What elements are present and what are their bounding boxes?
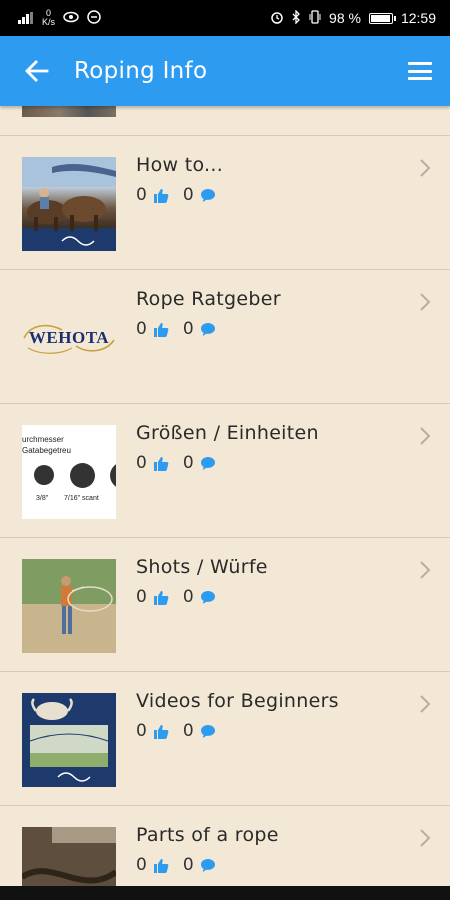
- comment-icon: [200, 456, 215, 470]
- thumbs-up-icon: [153, 858, 169, 873]
- clock: 12:59: [400, 10, 436, 26]
- eye-icon: [63, 10, 79, 26]
- arrow-left-icon: [25, 60, 49, 82]
- item-stats: 0 0: [136, 587, 230, 607]
- list-item[interactable]: WEHOTA Rope Ratgeber 0 0: [0, 269, 450, 404]
- signal-icon: [18, 12, 34, 24]
- chevron-right-icon: [420, 293, 431, 311]
- like-count: 0: [136, 453, 147, 473]
- item-title: Shots / Würfe: [136, 556, 268, 578]
- item-title: Videos for Beginners: [136, 690, 339, 712]
- page-title: Roping Info: [74, 58, 208, 84]
- thumbnail-rope-ratgeber: WEHOTA: [22, 291, 116, 385]
- like-count: 0: [136, 855, 147, 875]
- comment-icon: [200, 322, 215, 336]
- thumbs-up-icon: [153, 724, 169, 739]
- like-count: 0: [136, 721, 147, 741]
- like-count: 0: [136, 319, 147, 339]
- app-screen: 0 K/s 98 % 12:59 Roping Info How to... 0…: [0, 0, 450, 900]
- like-count: 0: [136, 185, 147, 205]
- battery-icon: [368, 12, 396, 24]
- comment-count: 0: [182, 721, 194, 741]
- item-stats: 0 0: [136, 721, 230, 741]
- item-stats: 0 0: [136, 453, 230, 473]
- chevron-right-icon: [420, 561, 431, 579]
- thumbnail-sizes: urchmesser Gatabegetreu 3/8" 7/16" scant: [22, 425, 116, 519]
- comment-icon: [200, 590, 215, 604]
- item-title: Parts of a rope: [136, 824, 279, 846]
- alarm-icon: [270, 10, 284, 27]
- comment-count: 0: [182, 453, 194, 473]
- item-title: Größen / Einheiten: [136, 422, 319, 444]
- comment-count: 0: [182, 855, 194, 875]
- chevron-right-icon: [420, 427, 431, 445]
- list-item[interactable]: How to... 0 0: [0, 135, 450, 270]
- item-stats: 0 0: [136, 855, 230, 875]
- list-item[interactable]: Videos for Beginners 0 0: [0, 671, 450, 806]
- topic-list: How to... 0 0 WEHOTA Rope Ratgeber 0 0 u…: [0, 106, 450, 886]
- thumbnail-how-to: [22, 157, 116, 251]
- system-nav-bar: [0, 886, 450, 900]
- status-bar: 0 K/s 98 % 12:59: [0, 0, 450, 36]
- thumbnail-parts-of-rope: [22, 827, 116, 886]
- list-item-partial[interactable]: [0, 106, 450, 136]
- item-title: Rope Ratgeber: [136, 288, 281, 310]
- thumbs-up-icon: [153, 456, 169, 471]
- comment-icon: [200, 188, 215, 202]
- item-stats: 0 0: [136, 319, 230, 339]
- chevron-right-icon: [420, 159, 431, 177]
- thumbs-up-icon: [153, 322, 169, 337]
- thumbs-up-icon: [153, 590, 169, 605]
- comment-count: 0: [182, 319, 194, 339]
- notification-icon: [87, 9, 101, 27]
- battery-percent: 98 %: [329, 10, 361, 26]
- list-item[interactable]: urchmesser Gatabegetreu 3/8" 7/16" scant…: [0, 403, 450, 538]
- chevron-right-icon: [420, 695, 431, 713]
- comment-count: 0: [182, 587, 194, 607]
- app-bar: Roping Info: [0, 36, 450, 106]
- thumbnail-videos: [22, 693, 116, 787]
- like-count: 0: [136, 587, 147, 607]
- item-stats: 0 0: [136, 185, 230, 205]
- network-speed: 0 K/s: [42, 8, 56, 27]
- hamburger-menu-icon: [408, 62, 432, 80]
- comment-icon: [200, 858, 215, 872]
- bluetooth-icon: [292, 8, 301, 27]
- chevron-right-icon: [420, 829, 431, 847]
- item-title: How to...: [136, 154, 224, 176]
- vibrate-icon: [309, 9, 321, 27]
- comment-count: 0: [182, 185, 194, 205]
- list-item[interactable]: Shots / Würfe 0 0: [0, 537, 450, 672]
- list-item[interactable]: Parts of a rope 0 0: [0, 805, 450, 886]
- menu-button[interactable]: [390, 36, 450, 106]
- thumbnail-shots: [22, 559, 116, 653]
- thumbs-up-icon: [153, 188, 169, 203]
- thumbnail: [22, 106, 116, 117]
- back-button[interactable]: [0, 36, 74, 106]
- wehota-logo: WEHOTA: [22, 318, 116, 358]
- comment-icon: [200, 724, 215, 738]
